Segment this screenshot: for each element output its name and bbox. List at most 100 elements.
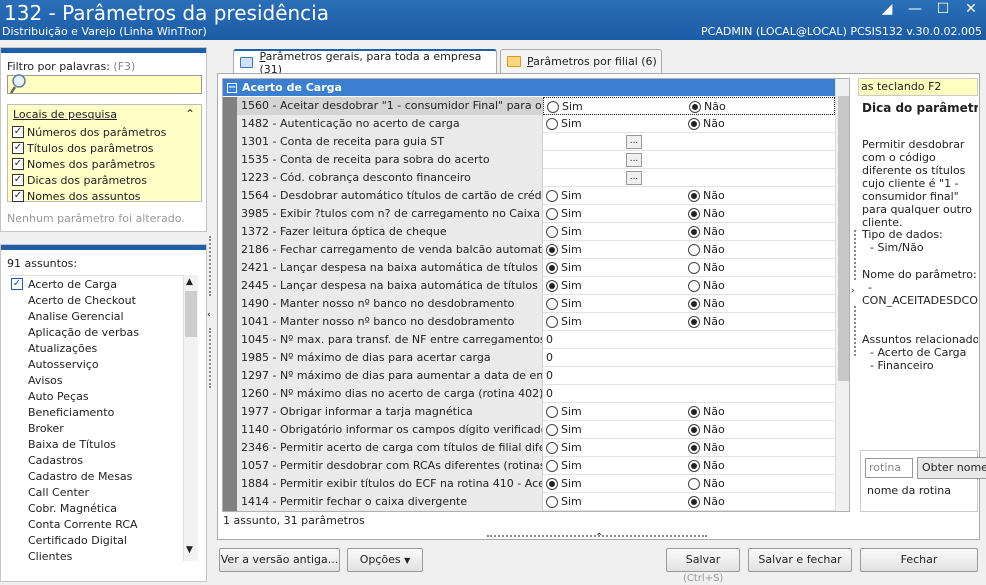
nao-radio[interactable]: [688, 406, 700, 418]
table-row[interactable]: 1223 - Cód. cobrança desconto financeiro…: [223, 169, 835, 187]
nao-radio[interactable]: [688, 190, 700, 202]
sim-radio[interactable]: [546, 208, 558, 220]
list-item[interactable]: Cadastro de Mesas: [8, 468, 184, 484]
parameter-value[interactable]: 0: [543, 349, 835, 367]
table-row[interactable]: 1297 - Nº máximo de dias para aumentar a…: [223, 367, 835, 385]
search-locations-title[interactable]: Locais de pesquisa: [13, 108, 117, 121]
parameter-value[interactable]: Sim Não: [543, 421, 835, 439]
table-row[interactable]: 1490 - Manter nosso nº banco no desdobra…: [223, 295, 835, 313]
table-row[interactable]: 2186 - Fechar carregamento de venda balc…: [223, 241, 835, 259]
parameter-value[interactable]: Sim Não: [543, 115, 835, 133]
list-item[interactable]: Conta Corrente RCA: [8, 516, 184, 532]
parameter-value[interactable]: Sim Não: [543, 475, 835, 493]
table-row[interactable]: 1301 - Conta de receita para guia ST...: [223, 133, 835, 151]
save-button[interactable]: Salvar: [666, 548, 740, 572]
parameter-value[interactable]: 0: [543, 331, 835, 349]
table-row[interactable]: 1260 - Nº máximo dias no acerto de carga…: [223, 385, 835, 403]
nao-radio[interactable]: [688, 208, 700, 220]
lookup-button[interactable]: ...: [626, 153, 642, 167]
parameter-value[interactable]: Sim Não: [543, 295, 835, 313]
checkbox[interactable]: ✓: [12, 126, 24, 138]
nao-radio[interactable]: [688, 316, 700, 328]
table-row[interactable]: 1057 - Permitir desdobrar com RCAs difer…: [223, 457, 835, 475]
close-button[interactable]: Fechar: [860, 548, 978, 572]
list-item[interactable]: Auto Peças: [8, 388, 184, 404]
table-row[interactable]: 1482 - Autenticação no acerto de carga Si…: [223, 115, 835, 133]
list-item[interactable]: Clientes: [8, 548, 184, 564]
list-item[interactable]: Cobr. Magnética: [8, 500, 184, 516]
table-row[interactable]: 2346 - Permitir acerto de carga com títu…: [223, 439, 835, 457]
parameter-value[interactable]: 0: [543, 385, 835, 403]
sim-radio[interactable]: [546, 496, 558, 508]
sim-radio[interactable]: [546, 478, 558, 490]
chevron-up-icon[interactable]: ⌃: [595, 532, 603, 543]
restore-icon[interactable]: ◢: [880, 1, 894, 17]
rotina-input[interactable]: rotina: [865, 458, 913, 478]
nao-radio[interactable]: [688, 262, 700, 274]
tab-parametros-filial[interactable]: Parâmetros por filial (6): [500, 49, 662, 73]
sim-radio[interactable]: [546, 316, 558, 328]
location-titles[interactable]: ✓ Títulos dos parâmetros: [12, 140, 154, 156]
scroll-thumb[interactable]: [838, 96, 849, 381]
parameter-value[interactable]: Sim Não: [543, 277, 835, 295]
minimize-icon[interactable]: —: [908, 1, 922, 17]
sim-radio[interactable]: [547, 101, 559, 113]
sim-radio[interactable]: [546, 262, 558, 274]
parameter-value[interactable]: ...: [543, 169, 835, 187]
scroll-down-icon[interactable]: ▼: [186, 545, 193, 555]
parameter-value[interactable]: Sim Não: [543, 97, 835, 115]
list-item[interactable]: Certificado Digital: [8, 532, 184, 548]
tab-parametros-gerais[interactable]: Parâmetros gerais, para toda a empresa (…: [233, 49, 497, 76]
parameter-value[interactable]: ...: [543, 151, 835, 169]
sim-radio[interactable]: [546, 460, 558, 472]
search-input[interactable]: [7, 74, 202, 94]
table-row[interactable]: 1045 - Nº max. para transf. de NF entre …: [223, 331, 835, 349]
table-row[interactable]: 1977 - Obrigar informar a tarja magnétic…: [223, 403, 835, 421]
scroll-thumb[interactable]: [185, 291, 197, 337]
list-item[interactable]: Analise Gerencial: [8, 308, 184, 324]
parameter-value[interactable]: Sim Não: [543, 457, 835, 475]
checkbox[interactable]: ✓: [11, 278, 23, 290]
lookup-button[interactable]: ...: [626, 171, 642, 185]
sim-radio[interactable]: [546, 244, 558, 256]
table-row[interactable]: 1041 - Manter nosso nº banco no desdobra…: [223, 313, 835, 331]
list-item[interactable]: Avisos: [8, 372, 184, 388]
table-row[interactable]: 1414 - Permitir fechar o caixa divergent…: [223, 493, 835, 511]
group-header[interactable]: − Acerto de Carga: [223, 79, 835, 96]
table-row[interactable]: 1560 - Aceitar desdobrar "1 - consumidor…: [223, 97, 835, 115]
list-item[interactable]: Baixa de Títulos: [8, 436, 184, 452]
table-row[interactable]: 3985 - Exibir ?tulos com n? de carregame…: [223, 205, 835, 223]
lookup-button[interactable]: ...: [626, 135, 642, 149]
sim-radio[interactable]: [546, 190, 558, 202]
parameter-value[interactable]: Sim Não: [543, 241, 835, 259]
nao-radio[interactable]: [688, 496, 700, 508]
list-item[interactable]: Atualizações: [8, 340, 184, 356]
list-item[interactable]: Aplicação de verbas: [8, 324, 184, 340]
save-close-button[interactable]: Salvar e fechar: [748, 548, 852, 572]
list-item[interactable]: Autosserviço: [8, 356, 184, 372]
parameter-value[interactable]: Sim Não: [543, 187, 835, 205]
sim-radio[interactable]: [546, 118, 558, 130]
table-row[interactable]: 1140 - Obrigatório informar os campos dí…: [223, 421, 835, 439]
list-item[interactable]: Cadastros: [8, 452, 184, 468]
options-button[interactable]: Opções ▼: [347, 548, 423, 572]
table-row[interactable]: 1985 - Nº máximo de dias para acertar ca…: [223, 349, 835, 367]
sim-radio[interactable]: [546, 406, 558, 418]
checkbox[interactable]: ✓: [12, 158, 24, 170]
nao-radio[interactable]: [689, 101, 701, 113]
checkbox[interactable]: ✓: [12, 142, 24, 154]
table-row[interactable]: 2421 - Lançar despesa na baixa automátic…: [223, 259, 835, 277]
subjects-scrollbar[interactable]: ▲ ▼: [183, 275, 198, 561]
table-row[interactable]: 1884 - Permitir exibir títulos do ECF na…: [223, 475, 835, 493]
table-row[interactable]: 1564 - Desdobrar automático títulos de c…: [223, 187, 835, 205]
parameter-value[interactable]: Sim Não: [543, 493, 835, 511]
nao-radio[interactable]: [688, 298, 700, 310]
table-row[interactable]: 2445 - Lançar despesa na baixa automátic…: [223, 277, 835, 295]
location-tips[interactable]: ✓ Dicas dos parâmetros: [12, 172, 147, 188]
checkbox[interactable]: ✓: [12, 174, 24, 186]
parameter-value[interactable]: ...: [543, 133, 835, 151]
list-item[interactable]: Beneficiamento: [8, 404, 184, 420]
scroll-up-icon[interactable]: ▲: [186, 277, 193, 287]
list-item[interactable]: Call Center: [8, 484, 184, 500]
parameter-value[interactable]: Sim Não: [543, 205, 835, 223]
